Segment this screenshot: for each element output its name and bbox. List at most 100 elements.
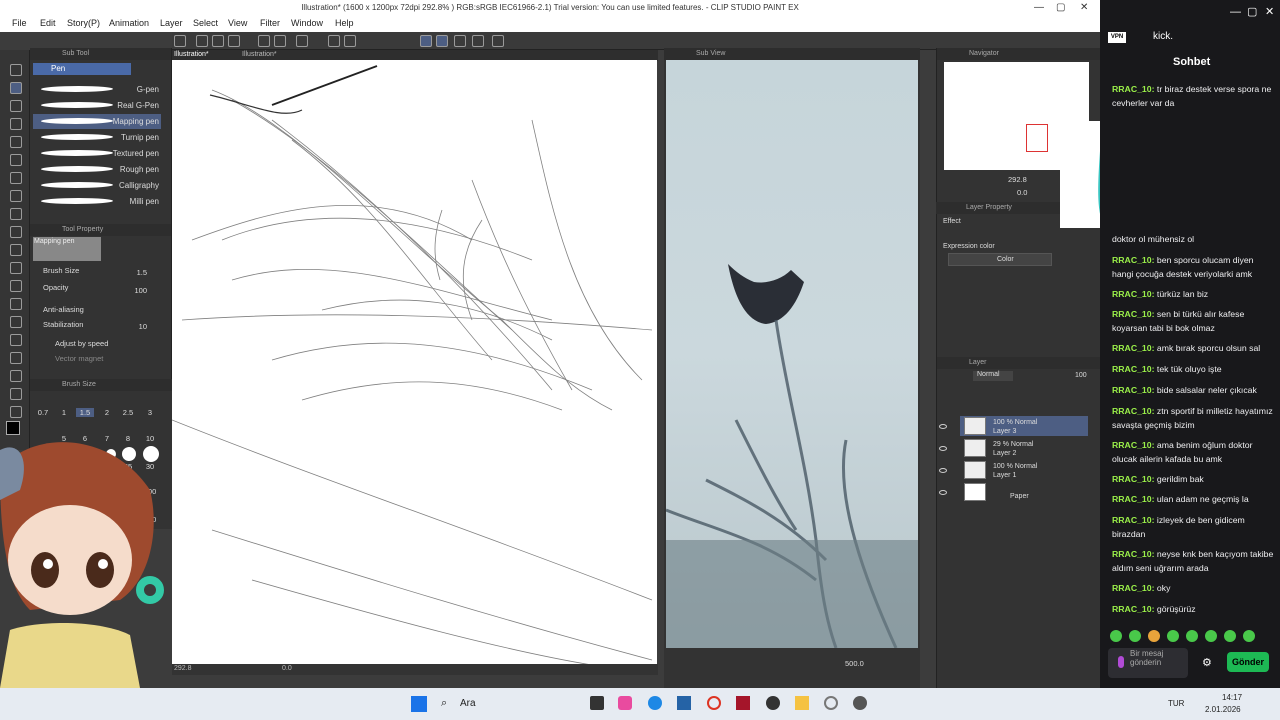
ruler-icon[interactable] (454, 35, 466, 47)
close-icon[interactable]: ✕ (1265, 5, 1274, 18)
opera-icon[interactable] (707, 696, 721, 710)
brush-calligraphy[interactable]: Calligraphy (33, 178, 161, 193)
store-icon[interactable] (677, 696, 691, 710)
emote-icon[interactable] (1148, 630, 1160, 642)
tab-illustration-active[interactable]: Illustration* (174, 51, 209, 58)
object-tool-icon[interactable] (10, 388, 22, 400)
layer-row-1[interactable]: 100 % Normal Layer 1 (960, 460, 1088, 480)
redo-icon[interactable] (274, 35, 286, 47)
blend-tool-icon[interactable] (10, 190, 22, 202)
emote-icon[interactable] (1129, 630, 1141, 642)
brush-tool-icon[interactable] (10, 118, 22, 130)
new-icon[interactable] (196, 35, 208, 47)
emote-icon[interactable] (1205, 630, 1217, 642)
reference-image[interactable] (665, 60, 918, 649)
maximize-icon[interactable]: ▢ (1247, 5, 1257, 18)
undo-icon[interactable] (258, 35, 270, 47)
brush-mapping-pen[interactable]: Mapping pen (33, 114, 161, 129)
size-2.5[interactable]: 2.5 (119, 408, 137, 417)
pencil-tool-icon[interactable] (10, 100, 22, 112)
lasso-tool-icon[interactable] (10, 208, 22, 220)
menu-edit[interactable]: Edit (40, 18, 56, 28)
eye-icon[interactable] (939, 468, 947, 473)
emote-icon[interactable] (1243, 630, 1255, 642)
pen-tool-icon[interactable] (10, 82, 22, 94)
blend-mode-select[interactable]: Normal (973, 371, 1013, 381)
search-icon[interactable]: ⌕ (441, 697, 447, 710)
menu-help[interactable]: Help (335, 18, 354, 28)
move-tool-icon[interactable] (10, 298, 22, 310)
edge-icon[interactable] (648, 696, 662, 710)
snap-ruler-icon[interactable] (436, 35, 448, 47)
expression-color-select[interactable]: Color (948, 253, 1052, 266)
menu-layer[interactable]: Layer (160, 18, 183, 28)
snap-icon[interactable] (420, 35, 432, 47)
adjust-speed-checkbox[interactable]: Adjust by speed (55, 339, 108, 348)
decoration-tool-icon[interactable] (10, 172, 22, 184)
loading-icon[interactable] (296, 35, 308, 47)
text-tool-icon[interactable] (10, 316, 22, 328)
brush-size-value[interactable]: 1.5 (137, 268, 147, 277)
close-icon[interactable]: ✕ (1080, 0, 1088, 16)
send-button[interactable]: Gönder (1227, 652, 1269, 672)
open-icon[interactable] (212, 35, 224, 47)
emote-icon[interactable] (1167, 630, 1179, 642)
tab-illustration[interactable]: Illustration* (242, 51, 277, 58)
language-indicator[interactable]: TUR (1168, 699, 1184, 708)
zoom-tool-icon[interactable] (10, 64, 22, 76)
size-2[interactable]: 2 (98, 408, 116, 417)
layer-row-paper[interactable]: Paper (960, 482, 1088, 502)
emote-icon[interactable] (1186, 630, 1198, 642)
brush-g-pen[interactable]: G-pen (33, 82, 161, 97)
color-picker-icon[interactable] (10, 406, 22, 418)
minimize-icon[interactable]: — (1230, 6, 1241, 18)
menu-file[interactable]: File (12, 18, 27, 28)
clock-time[interactable]: 14:17 (1222, 693, 1242, 702)
app-icon[interactable] (824, 696, 838, 710)
menu-window[interactable]: Window (291, 18, 323, 28)
size-1.5[interactable]: 1.5 (76, 408, 94, 417)
stabilization-value[interactable]: 10 (139, 322, 147, 331)
app-icon[interactable] (618, 696, 632, 710)
windows-start-icon[interactable] (411, 696, 427, 712)
balloon-tool-icon[interactable] (10, 334, 22, 346)
eye-icon[interactable] (939, 424, 947, 429)
layer-row-2[interactable]: 29 % Normal Layer 2 (960, 438, 1088, 458)
menu-select[interactable]: Select (193, 18, 218, 28)
app-icon[interactable] (736, 696, 750, 710)
subview-zoom[interactable]: 500.0 (845, 659, 864, 668)
tab-pen[interactable]: Pen (33, 63, 131, 75)
layer-row-3[interactable]: 100 % Normal Layer 3 (960, 416, 1088, 436)
emote-icon[interactable] (1224, 630, 1236, 642)
clip-studio-icon[interactable] (853, 696, 867, 710)
drawing-canvas[interactable] (171, 60, 657, 666)
mic-icon[interactable] (1118, 656, 1124, 668)
clock-date[interactable]: 2.01.2026 (1205, 705, 1241, 714)
brush-milli-pen[interactable]: Milli pen (33, 194, 161, 209)
ruler-tool-icon[interactable] (10, 352, 22, 364)
save-icon[interactable] (228, 35, 240, 47)
app-icon[interactable] (590, 696, 604, 710)
maximize-icon[interactable]: ▢ (1056, 0, 1065, 16)
menu-view[interactable]: View (228, 18, 247, 28)
nav-viewport-frame[interactable] (1026, 124, 1048, 152)
auto-select-tool-icon[interactable] (10, 244, 22, 256)
layer-opacity[interactable]: 100 (1075, 372, 1087, 379)
nav-angle[interactable]: 0.0 (1017, 188, 1027, 197)
eye-icon[interactable] (939, 490, 947, 495)
settings-icon[interactable]: ⚙ (1202, 656, 1212, 669)
brush-real-g-pen[interactable]: Real G-Pen (33, 98, 161, 113)
folder-icon[interactable] (795, 696, 809, 710)
brush-textured-pen[interactable]: Textured pen (33, 146, 161, 161)
airbrush-tool-icon[interactable] (10, 154, 22, 166)
hand-tool-icon[interactable] (10, 370, 22, 382)
app-icon[interactable] (766, 696, 780, 710)
selection-tool-icon[interactable] (10, 226, 22, 238)
size-1[interactable]: 1 (55, 408, 73, 417)
size-3[interactable]: 3 (141, 408, 159, 417)
search-label[interactable]: Ara (460, 698, 476, 709)
brush-turnip-pen[interactable]: Turnip pen (33, 130, 161, 145)
nav-zoom[interactable]: 292.8 (1008, 175, 1027, 184)
eraser-tool-icon[interactable] (10, 136, 22, 148)
fill-tool-icon[interactable] (10, 262, 22, 274)
